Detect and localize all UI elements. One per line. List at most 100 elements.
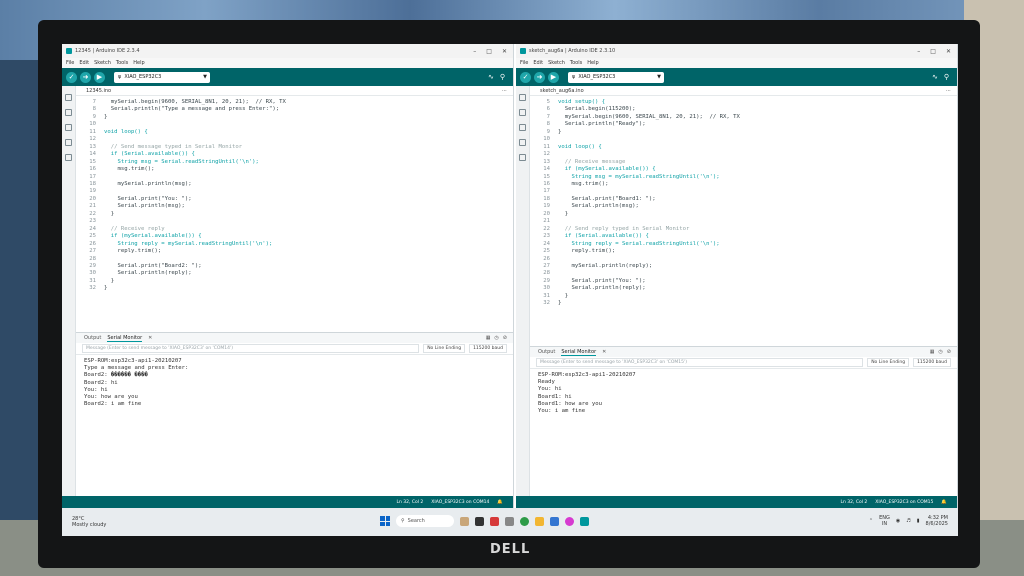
line-number: 17	[89, 173, 96, 180]
debug-button[interactable]: ▶	[548, 71, 559, 83]
menu-help[interactable]: Help	[587, 60, 598, 66]
weather-widget[interactable]: 28°C Mostly cloudy	[62, 516, 182, 528]
serial-plotter-icon[interactable]: ∿	[488, 73, 494, 81]
more-icon[interactable]: ⋯	[502, 88, 513, 94]
code-editor[interactable]: 5 void setup() {6 Serial.begin(115200); 7 …	[530, 96, 957, 308]
taskbar-search[interactable]: ⚲ Search	[396, 515, 454, 527]
close-icon[interactable]: ✕	[946, 48, 951, 55]
menu-help[interactable]: Help	[133, 60, 144, 66]
language-indicator[interactable]: ENG IN	[879, 515, 890, 527]
tray-chevron-icon[interactable]: ⌃	[869, 518, 873, 524]
upload-button[interactable]: ➜	[80, 71, 91, 83]
arduino-taskbar-icon[interactable]	[580, 516, 589, 526]
upload-button[interactable]: ➜	[534, 71, 545, 83]
app-icon-4[interactable]	[505, 516, 514, 526]
line-number: 31	[543, 292, 550, 299]
message-input[interactable]: Message (Enter to send message to 'XIAO_…	[536, 358, 864, 367]
code-text: Serial.print("Board1: ");	[558, 195, 656, 202]
boards-manager-icon[interactable]	[519, 109, 526, 116]
menu-edit[interactable]: Edit	[533, 60, 543, 66]
code-text: }	[104, 210, 115, 217]
code-editor[interactable]: 7 mySerial.begin(9600, SERIAL_8N1, 20, 2…	[76, 96, 513, 293]
file-tab[interactable]: 12345.ino ⋯	[76, 86, 513, 96]
maximize-icon[interactable]: □	[486, 48, 492, 55]
line-number: 29	[543, 277, 550, 284]
toolbar: ✓ ➜ ▶ ψ XIAO_ESP32C3 ▼ ∿ ⚲	[62, 68, 513, 86]
monitor-line: Board1: how are you	[538, 400, 602, 407]
notification-icon[interactable]: 🔔	[941, 500, 947, 505]
serial-plotter-icon[interactable]: ∿	[932, 73, 938, 81]
library-manager-icon[interactable]	[519, 124, 526, 131]
boards-manager-icon[interactable]	[65, 109, 72, 116]
menu-edit[interactable]: Edit	[79, 60, 89, 66]
board-selector[interactable]: ψ XIAO_ESP32C3 ▼	[568, 71, 664, 83]
serial-monitor-icon[interactable]: ⚲	[500, 73, 505, 81]
menu-sketch[interactable]: Sketch	[94, 60, 111, 66]
file-tab[interactable]: sketch_aug6a.ino ⋯	[530, 86, 957, 96]
verify-button[interactable]: ✓	[66, 71, 77, 83]
monitor-line: ESP-ROM:esp32c3-api1-20210207	[84, 358, 182, 364]
tab-serial-monitor[interactable]: Serial Monitor	[107, 335, 143, 342]
code-text: if (mySerial.available()) {	[104, 233, 202, 240]
wifi-icon[interactable]: ◉	[896, 518, 900, 524]
file-explorer-icon[interactable]	[535, 516, 544, 526]
library-manager-icon[interactable]	[65, 124, 72, 131]
app-icon-6[interactable]	[565, 516, 574, 526]
sketchbook-icon[interactable]	[519, 94, 526, 101]
monitor-line: You: hi	[84, 386, 108, 393]
clock[interactable]: 4:32 PM 8/6/2025	[926, 515, 948, 527]
debug-button[interactable]: ▶	[94, 71, 105, 83]
minimize-icon[interactable]: –	[917, 48, 920, 55]
app-icon-1[interactable]	[460, 516, 469, 526]
baud-rate-select[interactable]: 115200 baud	[913, 358, 951, 367]
windows-start-icon[interactable]	[380, 516, 390, 526]
ide-body: sketch_aug6a.ino ⋯ 5 void setup() {6 Seri…	[516, 86, 957, 496]
volume-icon[interactable]: ♬	[906, 518, 910, 524]
clear-output-icon[interactable]: ⊘	[947, 349, 951, 355]
app-icon-3[interactable]	[490, 516, 499, 526]
menu-file[interactable]: File	[520, 60, 528, 66]
debug-icon[interactable]	[65, 139, 72, 146]
code-text: Serial.println("Type a message and press…	[104, 106, 280, 113]
search-icon[interactable]	[519, 154, 526, 161]
debug-icon[interactable]	[519, 139, 526, 146]
timestamp-icon[interactable]: ◷	[938, 349, 942, 355]
app-icon-2[interactable]	[475, 516, 484, 526]
serial-monitor-icon[interactable]: ⚲	[944, 73, 949, 81]
clear-output-icon[interactable]: ⊘	[503, 335, 507, 341]
message-input[interactable]: Message (Enter to send message to 'XIAO_…	[82, 344, 420, 353]
menu-sketch[interactable]: Sketch	[548, 60, 565, 66]
menu-file[interactable]: File	[66, 60, 74, 66]
sketchbook-icon[interactable]	[65, 94, 72, 101]
timestamp-icon[interactable]: ◷	[494, 335, 498, 341]
code-line: 15 String msg = Serial.readStringUntil('…	[76, 159, 513, 166]
tab-serial-monitor[interactable]: Serial Monitor	[561, 349, 597, 356]
more-icon[interactable]: ⋯	[946, 88, 957, 94]
minimize-icon[interactable]: –	[473, 48, 476, 55]
tab-output[interactable]: Output	[538, 349, 555, 355]
board-name: XIAO_ESP32C3	[124, 74, 162, 80]
line-ending-select[interactable]: No Line Ending	[867, 358, 910, 367]
code-line: 6 Serial.begin(115200);	[530, 106, 957, 113]
toggle-autoscroll-icon[interactable]: ▦	[486, 335, 491, 341]
tab-close-icon[interactable]: ✕	[148, 335, 152, 341]
tab-close-icon[interactable]: ✕	[602, 349, 606, 355]
app-icon-5[interactable]	[550, 516, 559, 526]
baud-rate-select[interactable]: 115200 baud	[469, 344, 507, 353]
tab-output[interactable]: Output	[84, 335, 101, 341]
search-icon[interactable]	[65, 154, 72, 161]
battery-icon[interactable]: ▮	[917, 518, 920, 524]
menu-tools[interactable]: Tools	[116, 60, 128, 66]
toggle-autoscroll-icon[interactable]: ▦	[930, 349, 935, 355]
line-number: 24	[89, 225, 96, 232]
menu-tools[interactable]: Tools	[570, 60, 582, 66]
close-icon[interactable]: ✕	[502, 48, 507, 55]
chrome-icon[interactable]	[520, 516, 529, 526]
board-selector[interactable]: ψ XIAO_ESP32C3 ▼	[114, 71, 210, 83]
code-line: 10	[530, 136, 957, 143]
maximize-icon[interactable]: □	[930, 48, 936, 55]
verify-button[interactable]: ✓	[520, 71, 531, 83]
notification-icon[interactable]: 🔔	[497, 500, 503, 505]
line-ending-select[interactable]: No Line Ending	[423, 344, 466, 353]
cursor-position: Ln 32, Col 2	[840, 499, 868, 505]
